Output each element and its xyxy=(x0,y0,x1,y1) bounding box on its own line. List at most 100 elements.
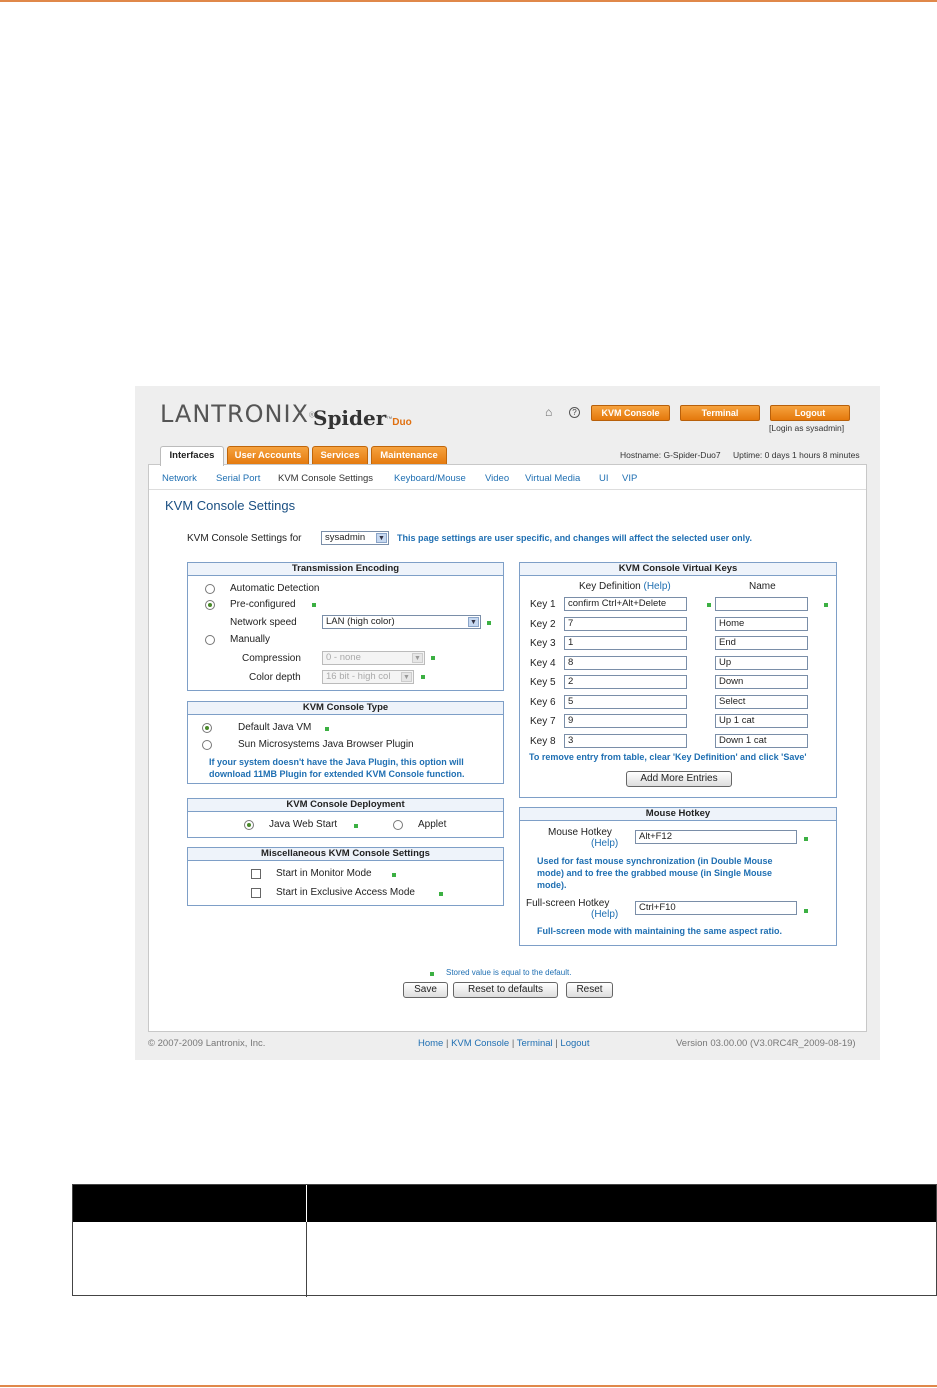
compression-value: 0 - none xyxy=(326,652,361,663)
default-marker-icon xyxy=(707,603,711,607)
footer-logout-link[interactable]: Logout xyxy=(560,1038,589,1049)
virtual-keys-box: KVM Console Virtual Keys Key Definition … xyxy=(519,562,837,798)
color-depth-label: Color depth xyxy=(249,672,301,683)
fullscreen-hotkey-input[interactable]: Ctrl+F10 xyxy=(635,901,797,915)
footer-kvm-link[interactable]: KVM Console xyxy=(451,1038,509,1049)
fullscreen-help-link[interactable]: (Help) xyxy=(591,909,618,920)
tab-maintenance[interactable]: Maintenance xyxy=(371,446,447,465)
footer-terminal-link[interactable]: Terminal xyxy=(517,1038,553,1049)
name-header: Name xyxy=(749,581,776,592)
applet-radio[interactable] xyxy=(393,820,403,830)
subnav-virtual-media[interactable]: Virtual Media xyxy=(525,473,580,484)
key-name-input[interactable]: End xyxy=(715,636,808,650)
mouse-note-line1: Used for fast mouse synchronization (in … xyxy=(537,856,773,866)
subnav-vip[interactable]: VIP xyxy=(622,473,637,484)
top-rule xyxy=(0,0,937,2)
key-definition-input[interactable]: 3 xyxy=(564,733,687,748)
subnav-video[interactable]: Video xyxy=(485,473,509,484)
default-marker-icon xyxy=(325,727,329,731)
mouse-hotkey-help-link[interactable]: (Help) xyxy=(591,838,618,849)
copyright: © 2007-2009 Lantronix, Inc. xyxy=(148,1038,266,1049)
kvm-console-button[interactable]: KVM Console xyxy=(591,405,670,421)
subnav-keyboard-mouse[interactable]: Keyboard/Mouse xyxy=(394,473,466,484)
key-definition-input[interactable]: 7 xyxy=(564,616,687,631)
version: Version 03.00.00 (V3.0RC4R_2009-08-19) xyxy=(676,1038,856,1049)
bottom-rule xyxy=(0,1385,937,1387)
key-definition-input[interactable]: 8 xyxy=(564,655,687,670)
home-icon[interactable]: ⌂ xyxy=(545,405,552,419)
user-select-value: sysadmin xyxy=(325,532,366,543)
subnav-kvm-console-settings[interactable]: KVM Console Settings xyxy=(278,473,373,484)
default-java-vm-radio[interactable] xyxy=(202,723,212,733)
network-speed-select[interactable]: LAN (high color) ▼ xyxy=(322,615,481,629)
manual-label: Manually xyxy=(230,634,271,645)
key-definition-help-link[interactable]: (Help) xyxy=(643,581,670,592)
auto-detection-radio[interactable] xyxy=(205,584,215,594)
preconfigured-radio[interactable] xyxy=(205,600,215,610)
main-panel: Network Serial Port KVM Console Settings… xyxy=(148,464,867,1032)
subnav-ui[interactable]: UI xyxy=(599,473,609,484)
tab-user-accounts[interactable]: User Accounts xyxy=(227,446,309,465)
default-marker-icon xyxy=(439,892,443,896)
reset-button[interactable]: Reset xyxy=(566,982,613,998)
key-name-input[interactable]: Down xyxy=(715,675,808,689)
subnav-network[interactable]: Network xyxy=(162,473,197,484)
sun-plugin-label: Sun Microsystems Java Browser Plugin xyxy=(238,739,414,750)
logout-button[interactable]: Logout xyxy=(770,405,850,421)
exclusive-access-checkbox[interactable] xyxy=(251,888,261,898)
key-definition-label: Key Definition xyxy=(579,581,641,592)
footer-separator: | xyxy=(445,1038,449,1049)
tab-services[interactable]: Services xyxy=(312,446,368,465)
key-definition-input[interactable]: 5 xyxy=(564,694,687,709)
java-web-start-radio[interactable] xyxy=(244,820,254,830)
subnav-serial-port[interactable]: Serial Port xyxy=(216,473,260,484)
reset-to-defaults-button[interactable]: Reset to defaults xyxy=(453,982,558,998)
page-title: KVM Console Settings xyxy=(165,498,296,513)
footer-home-link[interactable]: Home xyxy=(418,1038,443,1049)
transmission-encoding-box: Transmission Encoding Automatic Detectio… xyxy=(187,562,504,691)
key-definition-input[interactable]: 2 xyxy=(564,675,687,689)
auto-detection-label: Automatic Detection xyxy=(230,583,320,594)
lantronix-logo: LANTRONIX® xyxy=(160,400,315,428)
save-button[interactable]: Save xyxy=(403,982,448,998)
key-label: Key 4 xyxy=(530,657,556,669)
chevron-down-icon: ▼ xyxy=(412,653,423,663)
key-name-input[interactable]: Select xyxy=(715,694,808,709)
key-definition-input[interactable]: 1 xyxy=(564,636,687,650)
mouse-hotkey-input[interactable]: Alt+F12 xyxy=(635,830,797,844)
document-page: LANTRONIX® Spider™Duo ⌂ ? KVM Console Te… xyxy=(0,0,937,1388)
manual-radio[interactable] xyxy=(205,635,215,645)
remove-entry-note: To remove entry from table, clear 'Key D… xyxy=(529,752,807,762)
user-select[interactable]: sysadmin ▼ xyxy=(321,531,389,545)
color-depth-select[interactable]: 16 bit - high col ▼ xyxy=(322,670,414,684)
key-definition-input[interactable]: confirm Ctrl+Alt+Delete xyxy=(564,597,687,611)
user-specific-note: This page settings are user specific, an… xyxy=(397,533,752,543)
monitor-mode-checkbox[interactable] xyxy=(251,869,261,879)
monitor-mode-label: Start in Monitor Mode xyxy=(276,868,372,879)
sun-plugin-radio[interactable] xyxy=(202,740,212,750)
key-name-input[interactable] xyxy=(715,597,808,611)
key-name-input[interactable]: Home xyxy=(715,616,808,631)
compression-select[interactable]: 0 - none ▼ xyxy=(322,651,425,665)
terminal-button[interactable]: Terminal xyxy=(680,405,760,421)
key-label: Key 6 xyxy=(530,696,556,708)
mouse-note-line2: mode) and to free the grabbed mouse (in … xyxy=(537,868,773,878)
tab-interfaces[interactable]: Interfaces xyxy=(160,446,224,466)
default-java-vm-label: Default Java VM xyxy=(238,722,312,733)
deployment-title: KVM Console Deployment xyxy=(188,799,503,812)
transmission-encoding-title: Transmission Encoding xyxy=(188,563,503,576)
settings-table xyxy=(72,1184,937,1297)
misc-settings-box: Miscellaneous KVM Console Settings Start… xyxy=(187,847,504,906)
key-label: Key 3 xyxy=(530,638,556,649)
add-more-entries-button[interactable]: Add More Entries xyxy=(626,771,732,787)
help-icon[interactable]: ? xyxy=(569,407,580,418)
key-name-input[interactable]: Up xyxy=(715,655,808,670)
chevron-down-icon: ▼ xyxy=(401,672,412,682)
key-definition-input[interactable]: 9 xyxy=(564,714,687,728)
subnav-divider xyxy=(149,489,866,490)
legend-note: Stored value is equal to the default. xyxy=(446,968,572,977)
key-name-input[interactable]: Down 1 cat xyxy=(715,733,808,748)
table-column-divider xyxy=(306,1222,307,1297)
mouse-note-line3: mode). xyxy=(537,880,567,890)
key-name-input[interactable]: Up 1 cat xyxy=(715,714,808,728)
